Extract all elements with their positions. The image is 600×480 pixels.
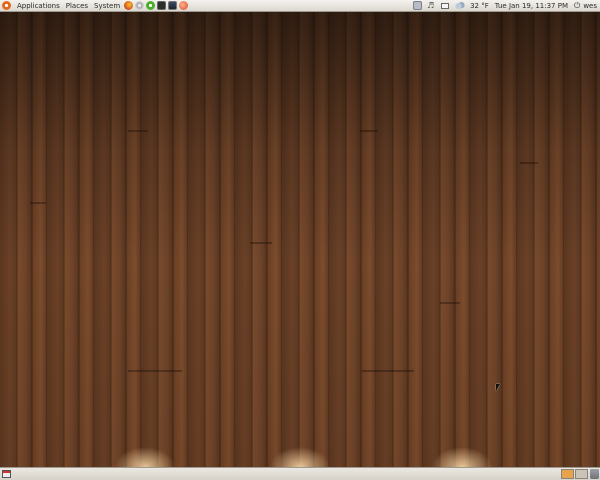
plank-joint — [250, 242, 272, 244]
workspace-2[interactable] — [575, 469, 588, 479]
plank-joint — [128, 130, 148, 132]
system-monitor-icon[interactable] — [168, 1, 178, 10]
chat-icon[interactable] — [146, 1, 156, 10]
volume-icon[interactable]: ♬ — [426, 1, 435, 10]
plank-joint — [360, 130, 378, 132]
mail-icon[interactable] — [441, 2, 450, 9]
system-menu[interactable]: System — [91, 0, 123, 12]
update-notifier-icon[interactable] — [179, 1, 189, 10]
system-settings-icon[interactable] — [135, 1, 145, 10]
user-name[interactable]: wes — [580, 2, 600, 10]
plank-joint — [30, 202, 46, 204]
trash-icon[interactable] — [590, 469, 599, 479]
bottom-panel — [0, 467, 600, 480]
clock[interactable]: Tue Jan 19, 11:37 PM — [492, 2, 571, 10]
system-menu-label: System — [94, 1, 121, 10]
applications-menu[interactable]: Applications — [14, 0, 63, 12]
desktop-wallpaper[interactable] — [0, 12, 600, 467]
weather-icon[interactable] — [455, 2, 466, 9]
weather-temperature[interactable]: 32 °F — [467, 2, 492, 10]
plank-joint — [362, 370, 414, 372]
network-icon[interactable] — [413, 1, 423, 10]
places-menu-label: Places — [65, 1, 89, 10]
show-desktop-icon[interactable] — [2, 470, 11, 478]
plank-joint — [128, 370, 182, 372]
places-menu[interactable]: Places — [63, 0, 91, 12]
workspace-1[interactable] — [561, 469, 574, 479]
top-panel: Applications Places System ♬ 32 °F Tue J… — [0, 0, 600, 12]
firefox-icon[interactable] — [124, 1, 134, 10]
plank-joint — [520, 162, 538, 164]
terminal-icon[interactable] — [157, 1, 167, 10]
desktop-screen: Applications Places System ♬ 32 °F Tue J… — [0, 0, 600, 480]
applications-menu-label: Applications — [17, 1, 60, 10]
ubuntu-logo-icon[interactable] — [2, 1, 11, 10]
mouse-cursor-icon — [496, 384, 500, 391]
plank-joint — [440, 302, 460, 304]
